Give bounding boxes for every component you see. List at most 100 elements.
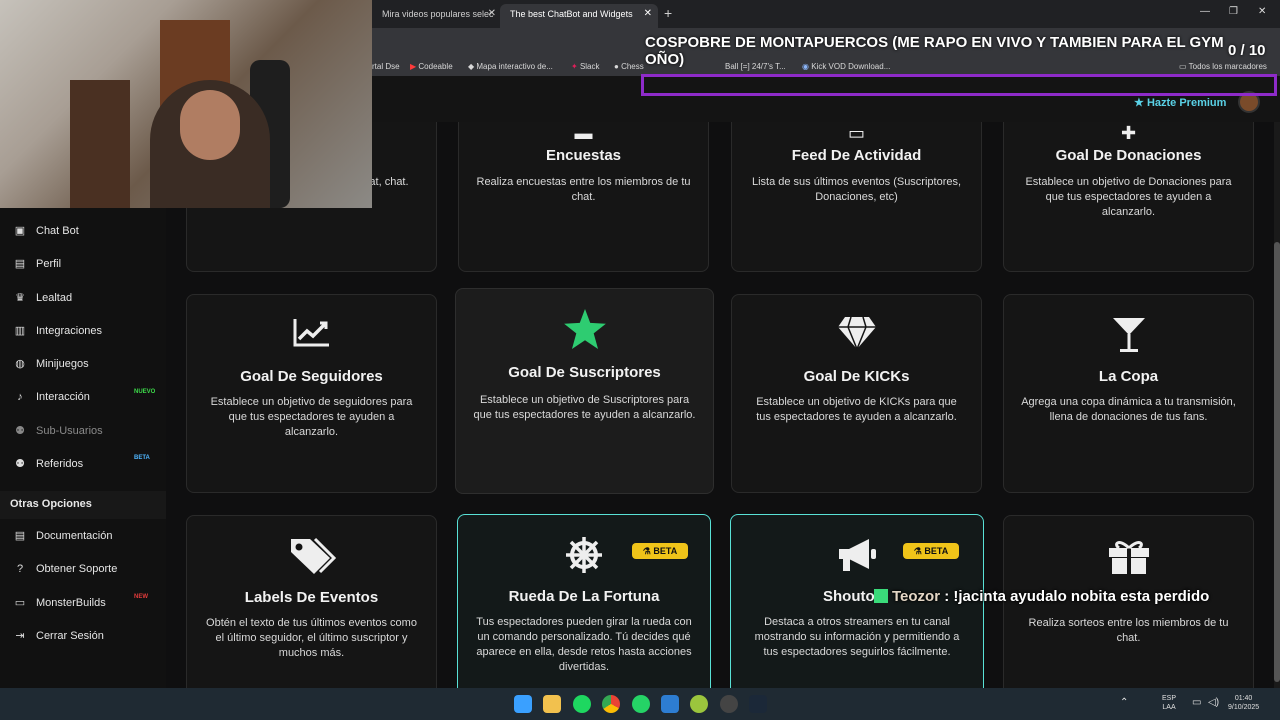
laptop-icon: ▭	[14, 597, 26, 609]
card-title: Rueda De La Fortuna	[508, 588, 660, 605]
sidebar-item-integraciones[interactable]: ▥ Integraciones	[12, 324, 103, 338]
sidebar-item-interaccion[interactable]: ♪ Interacción	[12, 391, 90, 403]
widget-card-rueda-fortuna[interactable]: ⚗ BETA Rueda De La Fortuna Tus espectado…	[457, 514, 711, 688]
tab-label: The best ChatBot and Widgets	[510, 9, 633, 19]
card-title: Labels De Eventos	[244, 589, 379, 606]
streamer-face	[180, 90, 240, 160]
clock[interactable]: 01:40 9/10/2025	[1228, 694, 1259, 712]
card-description: Destaca a otros streamers en tu canal mo…	[754, 616, 960, 658]
sidebar-item-label: Integraciones	[36, 324, 103, 337]
language-indicator[interactable]: ESP LAA	[1162, 694, 1176, 712]
sidebar-item-cerrar-sesion[interactable]: ⇥ Cerrar Sesión	[12, 629, 104, 643]
sidebar-item-label: Interacción	[36, 391, 90, 403]
browser-tab-active[interactable]: The best ChatBot and Widgets ✕	[500, 4, 658, 28]
bookmark[interactable]: ● Chess	[614, 62, 644, 71]
clock-date: 9/10/2025	[1228, 704, 1260, 711]
sidebar-item-monsterbuilds[interactable]: ▭ MonsterBuilds	[12, 596, 106, 610]
card-description: Establece un objetivo de KICKs para que …	[756, 396, 957, 423]
chat-username: Teozor	[892, 588, 941, 605]
close-window-icon[interactable]: ✕	[1258, 6, 1266, 17]
bookmark[interactable]: ✦ Slack	[571, 62, 600, 71]
users-icon: ⚉	[15, 425, 25, 437]
card-description: Obtén el texto de tus últimos eventos co…	[206, 617, 417, 659]
new-tag: NEW	[134, 594, 148, 600]
photos-icon[interactable]	[661, 695, 679, 713]
obs-icon[interactable]	[720, 695, 738, 713]
card-title: Goal De KICKs	[803, 368, 910, 385]
language-layout: LAA	[1162, 704, 1176, 711]
donation-icon: ✚	[1120, 123, 1137, 143]
bookmark[interactable]: rtal Dse	[372, 62, 400, 71]
beta-badge-label: BETA	[653, 546, 678, 556]
help-icon: ?	[16, 563, 24, 575]
widget-card-goal-suscriptores[interactable]: Goal De Suscriptores Establece un objeti…	[455, 288, 714, 494]
gamepad-icon: ◍	[15, 358, 25, 370]
browser-tab[interactable]: Mira videos populares selec ✕	[372, 4, 502, 28]
clock-time: 01:40	[1234, 695, 1253, 702]
windows-start-icon[interactable]	[514, 695, 532, 713]
close-icon[interactable]: ✕	[488, 4, 496, 24]
bookmark-label: Chess	[621, 62, 644, 71]
whatsapp-icon[interactable]	[632, 695, 650, 713]
other-options-heading: Otras Opciones	[0, 491, 166, 519]
trophy-icon: ♛	[15, 292, 25, 304]
spotify-icon[interactable]	[573, 695, 591, 713]
close-icon[interactable]: ✕	[644, 4, 652, 24]
volume-icon[interactable]: ◁)	[1208, 698, 1219, 708]
chrome-icon[interactable]	[602, 695, 620, 713]
diamond-icon	[732, 315, 981, 356]
network-icon[interactable]: ▭	[1192, 698, 1201, 708]
premium-button[interactable]: ★ Hazte Premium	[1134, 96, 1226, 109]
widget-card-la-copa[interactable]: La Copa Agrega una copa dinámica a tu tr…	[1003, 294, 1254, 493]
new-tab-icon[interactable]: +	[664, 5, 672, 21]
new-tag: NUEVO	[134, 389, 156, 395]
flask-icon: ⚗	[913, 546, 922, 556]
sidebar-item-sub-usuarios[interactable]: ⚉ Sub-Usuarios	[12, 424, 103, 438]
file-explorer-icon[interactable]	[543, 695, 561, 713]
sidebar-item-soporte[interactable]: ? Obtener Soporte	[12, 563, 117, 575]
robot-icon: ▣	[14, 225, 26, 237]
sidebar-item-label: Cerrar Sesión	[36, 629, 104, 642]
overlay-progress-bar	[641, 74, 1277, 96]
widget-card-feed[interactable]: ▭ Feed De Actividad Lista de sus últimos…	[731, 122, 982, 272]
widget-card-goal-seguidores[interactable]: Goal De Seguidores Establece un objetivo…	[186, 294, 437, 493]
card-title: Goal De Seguidores	[240, 368, 383, 385]
widget-card-encuestas[interactable]: ▬ Encuestas Realiza encuestas entre los …	[458, 122, 709, 272]
card-description: Establece un objetivo de Suscriptores pa…	[473, 394, 696, 421]
sidebar-item-lealtad[interactable]: ♛ Lealtad	[12, 291, 72, 305]
book-icon: ▤	[14, 530, 26, 542]
tab-label: Mira videos populares selec	[382, 9, 494, 19]
chart-icon	[187, 317, 436, 352]
beta-badge: ⚗ BETA	[903, 543, 959, 559]
widget-card-goal-donaciones[interactable]: ✚ Goal De Donaciones Establece un objeti…	[1003, 122, 1254, 272]
slack-icon: ✦	[571, 62, 578, 71]
scrollbar-thumb[interactable]	[1274, 242, 1280, 682]
bookmark-label: Codeable	[418, 62, 453, 71]
sidebar-item-referidos[interactable]: ⚉ Referidos	[12, 457, 83, 471]
card-title: Goal De Suscriptores	[508, 364, 661, 381]
bookmark[interactable]: ◆ Mapa interactivo de...	[468, 62, 553, 71]
chevron-up-icon[interactable]: ⌃	[1120, 698, 1128, 708]
stream-title: COSPOBRE DE MONTAPUERCOS (ME RAPO EN VIV…	[645, 34, 1224, 68]
flask-icon: ⚗	[642, 546, 651, 556]
minimize-icon[interactable]: —	[1200, 6, 1210, 17]
app-icon[interactable]	[690, 695, 708, 713]
steam-icon[interactable]	[749, 695, 767, 713]
card-title: Encuestas	[545, 147, 622, 164]
restore-icon[interactable]: ❐	[1229, 6, 1238, 17]
poll-icon: ▬	[574, 123, 593, 143]
id-card-icon: ▤	[14, 258, 26, 270]
page-scrollbar[interactable]	[1274, 122, 1280, 688]
card-title: La Copa	[1098, 368, 1159, 385]
widget-card-goal-kicks[interactable]: Goal De KICKs Establece un objetivo de K…	[731, 294, 982, 493]
widget-card-labels-eventos[interactable]: Labels De Eventos Obtén el texto de tus …	[186, 515, 437, 688]
sidebar-item-documentacion[interactable]: ▤ Documentación	[12, 529, 113, 543]
map-icon: ◆	[468, 62, 475, 71]
sidebar-item-chat-bot[interactable]: ▣ Chat Bot	[12, 224, 79, 238]
sidebar-item-minijuegos[interactable]: ◍ Minijuegos	[12, 357, 88, 371]
sidebar-item-perfil[interactable]: ▤ Perfil	[12, 257, 61, 271]
premium-label: Hazte Premium	[1146, 97, 1227, 109]
bookmark[interactable]: ▶ Codeable	[410, 62, 453, 71]
card-description: Agrega una copa dinámica a tu transmisió…	[1021, 396, 1236, 423]
card-title: Goal De Donaciones	[1055, 147, 1202, 164]
